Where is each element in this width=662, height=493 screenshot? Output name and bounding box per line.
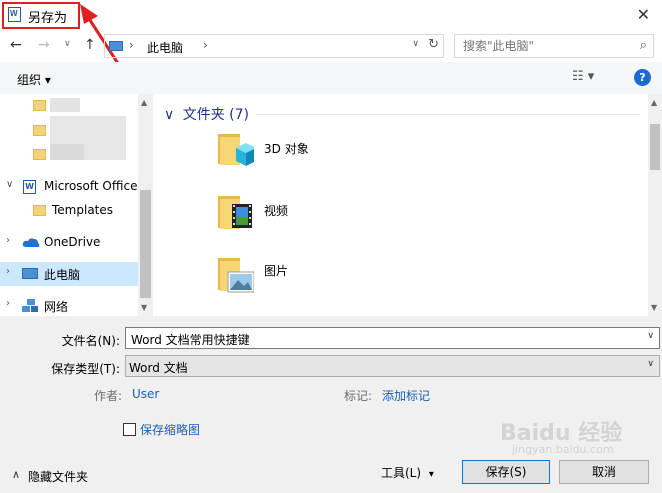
folder-icon [33, 149, 46, 160]
filename-label: 文件名(N): [61, 334, 120, 348]
pictures-folder-icon [218, 258, 254, 293]
expand-chevron-icon[interactable]: › [6, 298, 10, 309]
filename-input[interactable] [129, 331, 633, 347]
folder-item-videos[interactable]: 视频 [156, 192, 356, 244]
save-thumbnail-label[interactable]: 保存缩略图 [140, 421, 200, 438]
folder-icon [33, 125, 46, 136]
author-label: 作者: [94, 389, 123, 403]
nav-item-label: Microsoft Office [44, 179, 138, 193]
scroll-down-arrow-icon[interactable]: ▼ [651, 303, 657, 312]
nav-item-onedrive[interactable]: › OneDrive [0, 232, 138, 254]
nav-pane-scrollbar[interactable]: ▲ ▼ [138, 94, 153, 316]
expand-chevron-icon[interactable]: › [6, 235, 10, 246]
tools-label: 工具(L) [381, 466, 422, 480]
expand-chevron-icon[interactable]: › [6, 266, 10, 277]
nav-item-network[interactable]: › 网络 [0, 295, 138, 316]
scrollbar-thumb[interactable] [650, 124, 660, 170]
hide-folders-button[interactable]: 隐藏文件夹 [28, 468, 88, 485]
chevron-down-icon[interactable]: ∨ [647, 359, 654, 369]
forward-button[interactable]: → [38, 37, 50, 53]
network-icon [22, 299, 38, 312]
help-button[interactable]: ? [634, 69, 651, 86]
breadcrumb-separator[interactable]: › [203, 38, 208, 52]
command-toolbar: 组织 ▾ ☷ ▾ ? [0, 62, 662, 94]
folder-item-pictures[interactable]: 图片 [156, 254, 356, 306]
folder-icon [33, 100, 46, 111]
nav-item-templates[interactable]: Templates [0, 200, 138, 222]
search-box[interactable]: ⌕ [454, 34, 654, 58]
back-button[interactable]: ← [10, 37, 22, 53]
chevron-down-icon[interactable]: ∨ [647, 331, 654, 341]
cancel-button[interactable]: 取消 [559, 460, 649, 484]
save-type-label: 保存类型(T): [51, 362, 120, 376]
refresh-button[interactable]: ↻ [428, 37, 439, 52]
file-list-pane: ∨ 文件夹 (7) 3D 对象 视频 图片 [156, 94, 648, 316]
save-button[interactable]: 保存(S) [462, 460, 550, 484]
folder-icon [33, 205, 46, 216]
scrollbar-thumb[interactable] [140, 190, 151, 298]
scroll-down-arrow-icon[interactable]: ▼ [141, 303, 147, 312]
3d-objects-folder-icon [218, 134, 254, 166]
folder-item-label: 图片 [264, 264, 289, 278]
organize-menu[interactable]: 组织 ▾ [17, 71, 51, 88]
folder-item-label: 3D 对象 [264, 142, 309, 156]
collapse-chevron-icon[interactable]: ∨ [164, 107, 174, 123]
blurred-label [50, 98, 80, 112]
tags-label: 标记: [344, 389, 373, 403]
breadcrumb-separator[interactable]: › [129, 38, 134, 52]
tools-button[interactable]: 工具(L) ▾ [381, 464, 434, 481]
group-label: 文件夹 (7) [182, 107, 249, 123]
title-bar: 另存为 ✕ [0, 0, 662, 30]
scroll-up-arrow-icon[interactable]: ▲ [141, 98, 147, 107]
nav-item-microsoft-office[interactable]: ∨ W Microsoft Office [0, 176, 138, 198]
computer-icon [22, 268, 38, 279]
breadcrumb-this-pc[interactable]: 此电脑 [147, 39, 183, 56]
blurred-label [50, 144, 84, 160]
nav-item-this-pc[interactable]: › 此电脑 [0, 263, 138, 285]
nav-item-label: Templates [52, 203, 114, 217]
folder-item-label: 视频 [264, 204, 289, 218]
chevron-down-icon: ▾ [428, 469, 434, 480]
file-list-scrollbar[interactable]: ▲ ▼ [648, 94, 662, 316]
add-tags-link[interactable]: 添加标记 [382, 387, 430, 404]
group-divider [256, 114, 640, 115]
nav-item-label: OneDrive [44, 235, 101, 249]
expand-chevron-icon[interactable]: ∨ [6, 179, 13, 190]
search-input[interactable] [461, 38, 625, 54]
address-history-dropdown[interactable]: ∨ [412, 39, 419, 49]
nav-item-label: 此电脑 [44, 268, 81, 282]
save-thumbnail-checkbox[interactable] [123, 423, 136, 436]
computer-icon [109, 41, 123, 51]
save-type-select[interactable]: Word 文档 ∨ [125, 355, 660, 377]
up-button[interactable]: ↑ [84, 37, 96, 53]
annotation-highlight-box [2, 2, 80, 29]
recent-locations-button[interactable]: ∨ [64, 39, 71, 49]
hide-folders-chevron-icon[interactable]: ∧ [12, 468, 20, 481]
save-type-value: Word 文档 [129, 361, 188, 375]
address-bar[interactable]: › 此电脑 › ∨ ↻ [104, 34, 444, 58]
word-doc-icon: W [23, 180, 36, 194]
folder-item-3d-objects[interactable]: 3D 对象 [156, 128, 356, 180]
nav-item-label: 网络 [44, 300, 69, 314]
view-options-button[interactable]: ☷ ▾ [572, 69, 594, 84]
filename-field[interactable]: ∨ [125, 327, 660, 349]
close-button[interactable]: ✕ [637, 5, 650, 24]
search-icon[interactable]: ⌕ [640, 38, 647, 53]
navigation-bar: ← → ∨ ↑ › 此电脑 › ∨ ↻ ⌕ [0, 30, 662, 62]
navigation-pane: ∨ W Microsoft Office Templates › OneDriv… [0, 94, 153, 316]
author-value[interactable]: User [132, 387, 159, 401]
folders-group-header[interactable]: ∨ 文件夹 (7) [164, 104, 249, 124]
scroll-up-arrow-icon[interactable]: ▲ [651, 98, 657, 107]
cloud-icon [22, 238, 40, 247]
videos-folder-icon [218, 196, 252, 229]
